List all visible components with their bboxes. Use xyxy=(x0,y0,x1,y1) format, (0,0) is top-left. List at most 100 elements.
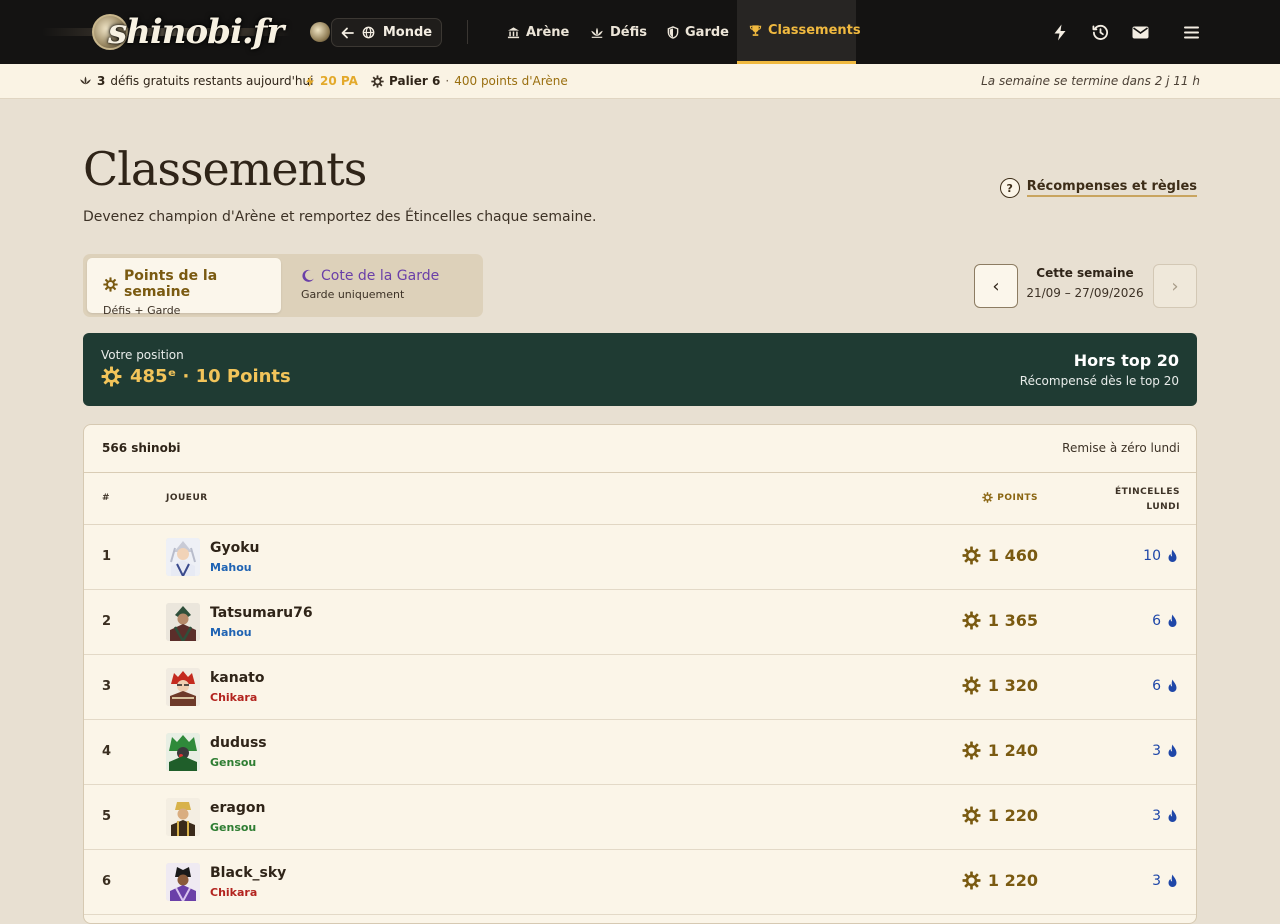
clan-label: Chikara xyxy=(210,886,258,899)
table-row[interactable]: 5 eragon Gensou 1 220 3 xyxy=(84,785,1196,850)
site-logo[interactable]: shinobi.fr xyxy=(42,8,330,56)
tier-status: Palier 6 · 400 points d'Arène xyxy=(371,64,568,98)
week-selector: Cette semaine 21/09 – 27/09/2026 xyxy=(1020,266,1150,300)
bolt-icon xyxy=(305,75,315,88)
clan-label: Chikara xyxy=(210,691,258,704)
status-bar: 3 défis gratuits restants aujourd'hui 20… xyxy=(0,64,1280,99)
nav-classements-label: Classements xyxy=(768,23,861,38)
player-name[interactable]: eragon xyxy=(210,800,265,816)
sun-gear-icon xyxy=(962,676,981,695)
row-rank: 6 xyxy=(102,874,112,889)
flame-icon xyxy=(1167,679,1178,693)
avatar[interactable] xyxy=(166,863,200,901)
player-name[interactable]: duduss xyxy=(210,735,267,751)
row-sparks: 3 xyxy=(1152,743,1178,759)
monde-label: Monde xyxy=(382,25,433,40)
week-end-countdown: La semaine se termine dans 2 j 11 h xyxy=(981,74,1200,88)
trophy-icon xyxy=(749,24,762,37)
week-label: Cette semaine xyxy=(1036,266,1134,280)
nav-arene[interactable]: Arène xyxy=(507,0,569,64)
rewards-rules-link[interactable]: ? Récompenses et règles xyxy=(999,178,1197,198)
next-week-button[interactable]: › xyxy=(1153,264,1197,308)
row-sparks: 6 xyxy=(1152,678,1178,694)
row-points: 1 220 xyxy=(962,871,1038,890)
clan-label: Gensou xyxy=(210,756,257,769)
avatar[interactable] xyxy=(166,538,200,576)
monde-button[interactable]: Monde xyxy=(331,18,442,47)
row-points: 1 460 xyxy=(962,546,1038,565)
tab-guard-rating[interactable]: Cote de la Garde Garde uniquement xyxy=(285,258,479,313)
pa-status: 20 PA xyxy=(305,64,358,98)
row-points-value: 1 220 xyxy=(987,806,1038,825)
flame-icon xyxy=(1167,744,1178,758)
mail-button[interactable] xyxy=(1130,22,1150,42)
sun-gear-icon xyxy=(962,611,981,630)
tab-weekly-points[interactable]: Points de la semaine Défis + Garde xyxy=(87,258,281,317)
row-sparks-value: 3 xyxy=(1152,743,1161,759)
help-icon: ? xyxy=(999,178,1020,198)
nav-garde-label: Garde xyxy=(685,24,729,40)
player-name[interactable]: Gyoku xyxy=(210,540,260,556)
row-points-value: 1 240 xyxy=(987,741,1038,760)
nav-arene-label: Arène xyxy=(526,24,570,40)
row-points-value: 1 320 xyxy=(987,676,1038,695)
position-value-text: 485ᵉ · 10 Points xyxy=(130,366,291,387)
chevron-left-icon: ‹ xyxy=(992,275,1000,297)
bolt-icon xyxy=(1053,24,1067,41)
mail-icon xyxy=(1132,26,1149,39)
avatar[interactable] xyxy=(166,733,200,771)
row-rank: 2 xyxy=(102,614,112,629)
week-range: 21/09 – 27/09/2026 xyxy=(1026,286,1144,300)
table-row[interactable]: 2 Tatsumaru76 Mahou 1 365 6 xyxy=(84,590,1196,655)
my-position-banner: Votre position 485ᵉ · 10 Points Hors top… xyxy=(83,333,1197,406)
sun-gear-icon xyxy=(962,871,981,890)
tab-guard-rating-sub: Garde uniquement xyxy=(301,288,405,301)
row-sparks-value: 3 xyxy=(1152,873,1161,889)
sun-gear-icon xyxy=(982,492,993,503)
row-points: 1 365 xyxy=(962,611,1038,630)
table-row[interactable]: 3 kanato Chikara 1 320 6 xyxy=(84,655,1196,720)
table-column-headers: # JOUEUR POINTS ÉTINCELLES LUNDI xyxy=(84,473,1196,525)
row-points: 1 220 xyxy=(962,806,1038,825)
ranking-tabs: Points de la semaine Défis + Garde Cote … xyxy=(83,254,483,317)
nav-classements[interactable]: Classements xyxy=(737,0,861,64)
row-sparks: 3 xyxy=(1152,808,1178,824)
table-row[interactable]: 1 Gyoku Mahou 1 460 10 xyxy=(84,525,1196,590)
column-points: POINTS xyxy=(982,492,1038,503)
free-challenges-count: 3 xyxy=(97,74,106,88)
sun-gear-icon xyxy=(962,806,981,825)
clan-label: Gensou xyxy=(210,821,257,834)
avatar[interactable] xyxy=(166,603,200,641)
clan-label: Mahou xyxy=(210,561,252,574)
player-name[interactable]: Tatsumaru76 xyxy=(210,605,313,621)
flame-icon xyxy=(1167,809,1178,823)
avatar[interactable] xyxy=(166,798,200,836)
avatar[interactable] xyxy=(166,668,200,706)
flame-icon xyxy=(1167,549,1178,563)
row-sparks: 10 xyxy=(1143,548,1178,564)
tier-separator: · xyxy=(445,74,450,88)
row-points-value: 1 220 xyxy=(987,871,1038,890)
table-row[interactable]: 4 duduss Gensou 1 240 3 xyxy=(84,720,1196,785)
top-navbar: shinobi.fr Monde Arène Défis Garde Class… xyxy=(0,0,1280,64)
row-rank: 1 xyxy=(102,549,112,564)
free-challenges-status: 3 défis gratuits restants aujourd'hui xyxy=(79,64,313,98)
history-icon xyxy=(1092,24,1109,41)
history-button[interactable] xyxy=(1090,22,1110,42)
player-name[interactable]: kanato xyxy=(210,670,264,686)
column-player: JOUEUR xyxy=(166,493,208,503)
row-sparks-value: 6 xyxy=(1152,613,1161,629)
table-row[interactable]: 6 Black_sky Chikara 1 220 3 xyxy=(84,850,1196,915)
nav-defis[interactable]: Défis xyxy=(590,0,647,64)
nav-garde[interactable]: Garde xyxy=(667,0,729,64)
column-rank: # xyxy=(102,493,111,503)
energy-button[interactable] xyxy=(1050,22,1070,42)
menu-button[interactable] xyxy=(1181,22,1201,42)
previous-week-button[interactable]: ‹ xyxy=(974,264,1018,308)
row-points: 1 320 xyxy=(962,676,1038,695)
row-points-value: 1 460 xyxy=(987,546,1038,565)
row-sparks-value: 6 xyxy=(1152,678,1161,694)
player-name[interactable]: Black_sky xyxy=(210,865,286,881)
tab-weekly-points-label: Points de la semaine xyxy=(124,268,218,300)
sun-gear-icon xyxy=(371,74,384,88)
